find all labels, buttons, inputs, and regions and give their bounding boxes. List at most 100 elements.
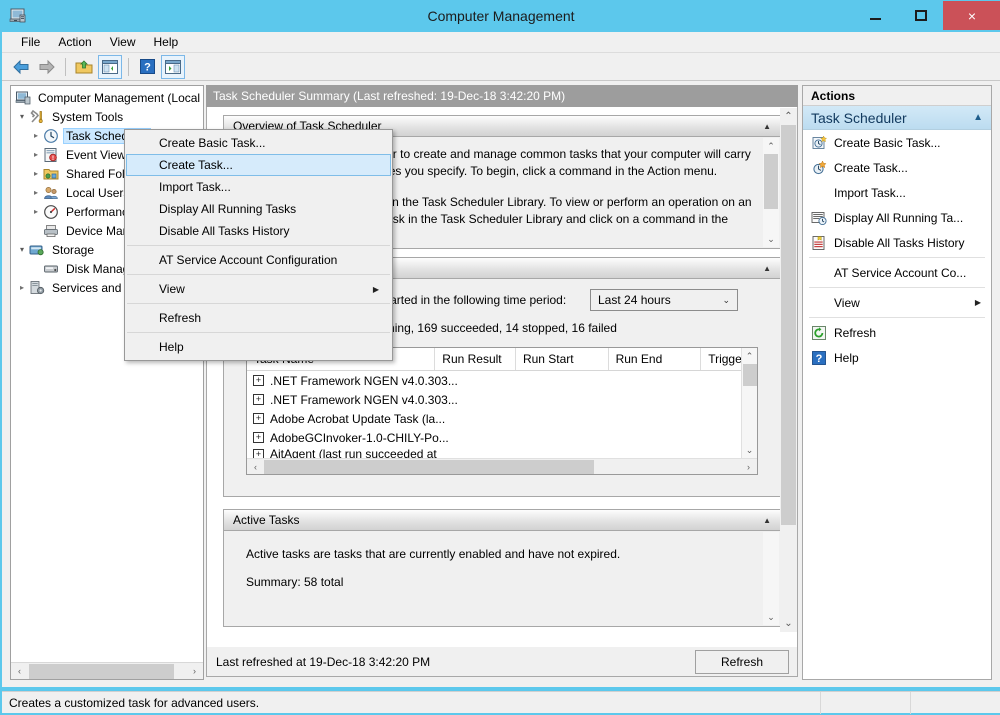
table-row[interactable]: + .NET Framework NGEN v4.0.303...	[247, 371, 757, 390]
tree-item-label: Computer Management (Local	[38, 90, 201, 105]
scroll-thumb[interactable]	[29, 663, 174, 679]
chevron-right-icon[interactable]: ▸	[29, 145, 43, 164]
action-label: Create Basic Task...	[834, 135, 941, 150]
action-label: Refresh	[834, 325, 877, 340]
minimize-button[interactable]	[853, 1, 898, 30]
action-display-all-running-tasks[interactable]: Display All Running Ta...	[803, 205, 991, 230]
chevron-up-icon[interactable]: ▲	[763, 516, 771, 525]
menu-action[interactable]: Action	[49, 33, 100, 51]
chevron-right-icon[interactable]: ▸	[15, 278, 29, 297]
active-tasks-section-header[interactable]: Active Tasks ▲	[223, 509, 781, 531]
menu-view[interactable]: View	[101, 33, 145, 51]
chevron-up-icon[interactable]: ▲	[763, 122, 771, 131]
expand-icon[interactable]: +	[253, 394, 264, 405]
scroll-left-icon[interactable]: ‹	[247, 458, 264, 475]
submenu-arrow-icon: ▶	[974, 298, 981, 307]
scroll-left-icon[interactable]: ‹	[11, 663, 28, 680]
context-menu-item-display-all-running-tasks[interactable]: Display All Running Tasks	[126, 198, 391, 220]
table-row[interactable]: + Adobe Acrobat Update Task (la...	[247, 409, 757, 428]
up-one-level-button[interactable]	[72, 55, 96, 79]
context-menu-item-help[interactable]: Help	[126, 336, 391, 358]
action-label: Disable All Tasks History	[834, 235, 965, 250]
scroll-up-icon[interactable]: ⌃	[780, 108, 797, 125]
chevron-down-icon[interactable]: ▾	[15, 107, 29, 126]
scroll-down-icon[interactable]: ⌄	[763, 231, 779, 247]
context-menu-item-create-basic-task[interactable]: Create Basic Task...	[126, 132, 391, 154]
chevron-right-icon[interactable]: ▸	[29, 126, 43, 145]
expand-icon[interactable]: +	[253, 432, 264, 443]
show-hide-console-tree-button[interactable]	[98, 54, 122, 79]
context-menu-item-import-task[interactable]: Import Task...	[126, 176, 391, 198]
refresh-button[interactable]: Refresh	[695, 649, 789, 674]
scroll-thumb[interactable]	[742, 364, 757, 386]
scroll-thumb[interactable]	[764, 154, 778, 209]
context-menu-item-disable-all-tasks-history[interactable]: Disable All Tasks History	[126, 220, 391, 242]
chevron-right-icon[interactable]: ▸	[29, 183, 43, 202]
local-users-icon	[43, 185, 59, 201]
maximize-button[interactable]	[898, 1, 943, 30]
tree-horizontal-scrollbar[interactable]: ‹ ›	[11, 662, 203, 679]
scroll-down-icon[interactable]: ⌄	[780, 615, 797, 632]
forward-button[interactable]	[35, 55, 59, 79]
context-menu-item-label: AT Service Account Configuration	[159, 253, 338, 267]
action-view[interactable]: View ▶	[803, 290, 991, 315]
table-row[interactable]: + AdobeGCInvoker-1.0-CHILY-Po...	[247, 428, 757, 447]
action-create-task[interactable]: Create Task...	[803, 155, 991, 180]
context-menu-item-refresh[interactable]: Refresh	[126, 307, 391, 329]
chevron-right-icon[interactable]: ▸	[29, 202, 43, 221]
task-scheduler-icon	[43, 128, 59, 144]
menu-help[interactable]: Help	[145, 33, 188, 51]
scroll-thumb[interactable]	[781, 125, 796, 525]
menu-file[interactable]: File	[12, 33, 49, 51]
action-disable-all-tasks-history[interactable]: Disable All Tasks History	[803, 230, 991, 255]
chevron-down-icon[interactable]: ▾	[15, 240, 29, 259]
overview-scrollbar[interactable]: ⌃ ⌄	[763, 138, 779, 247]
scroll-up-icon[interactable]: ⌃	[742, 348, 758, 364]
menu-bar: File Action View Help	[2, 32, 1000, 53]
grid-vertical-scrollbar[interactable]: ⌃ ⌄	[741, 348, 757, 458]
task-name-cell: Adobe Acrobat Update Task (la...	[270, 411, 446, 426]
details-vertical-scrollbar[interactable]: ⌃ ⌄	[780, 108, 797, 632]
create-task-icon	[811, 159, 827, 176]
action-label: AT Service Account Co...	[834, 265, 967, 280]
scroll-right-icon[interactable]: ›	[186, 663, 203, 680]
context-menu-item-create-task[interactable]: Create Task...	[126, 154, 391, 176]
time-period-dropdown[interactable]: Last 24 hours ⌄	[590, 289, 738, 311]
action-at-service-account-configuration[interactable]: AT Service Account Co...	[803, 260, 991, 285]
close-button[interactable]: ×	[943, 1, 1000, 30]
scroll-down-icon[interactable]: ⌄	[763, 609, 779, 625]
scroll-down-icon[interactable]: ⌄	[742, 442, 758, 458]
context-menu-item-view[interactable]: View ▶	[126, 278, 391, 300]
grid-horizontal-scrollbar[interactable]: ‹ ›	[247, 458, 757, 474]
tree-item-computer-management[interactable]: Computer Management (Local	[11, 88, 203, 107]
scroll-up-icon[interactable]: ⌃	[763, 138, 779, 154]
action-import-task[interactable]: Import Task...	[803, 180, 991, 205]
column-header-run-start[interactable]: Run Start	[516, 348, 609, 370]
table-row[interactable]: + .NET Framework NGEN v4.0.303...	[247, 390, 757, 409]
show-hide-action-pane-button[interactable]	[161, 54, 185, 79]
actions-group-header[interactable]: Task Scheduler ▲	[803, 106, 991, 130]
chevron-up-icon[interactable]: ▲	[763, 264, 771, 273]
scroll-thumb[interactable]	[264, 459, 594, 474]
chevron-up-icon[interactable]: ▲	[973, 112, 983, 123]
active-tasks-scrollbar[interactable]: ⌄	[763, 532, 779, 625]
back-button[interactable]	[9, 55, 33, 79]
grid-rows: + .NET Framework NGEN v4.0.303... + .NET…	[247, 371, 757, 461]
column-header-run-result[interactable]: Run Result	[435, 348, 516, 370]
help-icon: ?	[139, 59, 155, 74]
expand-icon[interactable]: +	[253, 375, 264, 386]
close-icon: ×	[967, 7, 977, 24]
scroll-right-icon[interactable]: ›	[740, 458, 757, 475]
column-header-run-end[interactable]: Run End	[609, 348, 702, 370]
tree-item-system-tools[interactable]: ▾ System Tools	[11, 107, 203, 126]
chevron-right-icon[interactable]: ▸	[29, 164, 43, 183]
display-running-tasks-icon	[811, 210, 827, 226]
action-refresh[interactable]: Refresh	[803, 320, 991, 345]
shared-folders-icon	[43, 166, 59, 182]
no-icon	[811, 265, 827, 281]
action-create-basic-task[interactable]: Create Basic Task...	[803, 130, 991, 155]
context-menu-item-at-service-account-configuration[interactable]: AT Service Account Configuration	[126, 249, 391, 271]
action-help[interactable]: ? Help	[803, 345, 991, 370]
expand-icon[interactable]: +	[253, 413, 264, 424]
help-button[interactable]: ?	[135, 55, 159, 79]
